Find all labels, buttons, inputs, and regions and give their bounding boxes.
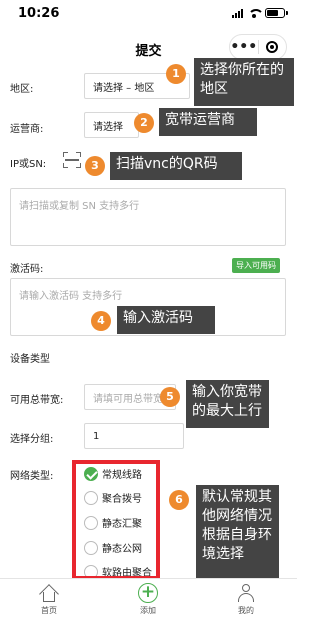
- tab-bar: 首页 + 添加 我的: [0, 578, 297, 627]
- status-time: 10:26: [18, 6, 60, 21]
- annotation-badge-6: 6: [169, 490, 189, 510]
- annotation-badge-1: 1: [166, 64, 186, 84]
- more-icon[interactable]: •••: [230, 35, 258, 59]
- isp-label: 运营商:: [10, 124, 44, 135]
- tab-label: 我的: [238, 606, 254, 615]
- annotation-badge-4: 4: [91, 311, 111, 331]
- annotation-tooltip-1: 选择你所在的地区: [194, 58, 294, 106]
- annotation-tooltip-4: 输入激活码: [117, 306, 215, 334]
- annotation-tooltip-5: 输入你宽带的最大上行: [186, 380, 269, 428]
- wifi-icon: [248, 8, 264, 18]
- highlight-box: [72, 460, 160, 580]
- network-type-label: 网络类型:: [10, 471, 54, 482]
- tab-label: 首页: [41, 606, 57, 615]
- annotation-tooltip-3: 扫描vnc的QR码: [110, 152, 242, 180]
- activation-label: 激活码:: [10, 264, 44, 275]
- tab-home[interactable]: 首页: [19, 583, 79, 616]
- sn-label: IP或SN:: [10, 159, 47, 170]
- profile-icon: [236, 583, 256, 603]
- bandwidth-label: 可用总带宽:: [10, 395, 64, 406]
- import-codes-button[interactable]: 导入可用码: [232, 258, 280, 273]
- tab-profile[interactable]: 我的: [216, 583, 276, 616]
- group-select[interactable]: 1: [84, 423, 184, 449]
- annotation-badge-2: 2: [134, 113, 154, 133]
- status-icons: [232, 8, 288, 18]
- signal-icon: [232, 8, 243, 18]
- tab-label: 添加: [140, 606, 156, 615]
- sn-textarea[interactable]: 请扫描或复制 SN 支持多行: [10, 188, 286, 246]
- annotation-tooltip-2: 宽带运营商: [159, 108, 257, 136]
- group-label: 选择分组:: [10, 434, 54, 445]
- home-icon: [39, 583, 59, 604]
- annotation-badge-3: 3: [85, 156, 105, 176]
- annotation-badge-5: 5: [160, 387, 180, 407]
- region-label: 地区:: [10, 84, 34, 95]
- tab-add[interactable]: + 添加: [118, 583, 178, 616]
- annotation-tooltip-6: 默认常规其他网络情况根据自身环境选择: [196, 485, 279, 578]
- mini-program-capsule: •••: [229, 34, 287, 60]
- isp-select[interactable]: 请选择: [84, 112, 139, 138]
- close-target-icon[interactable]: [259, 41, 287, 53]
- device-type-heading: 设备类型: [10, 354, 50, 365]
- scan-icon[interactable]: [63, 152, 81, 168]
- battery-icon: [265, 8, 288, 18]
- add-icon: +: [138, 583, 158, 603]
